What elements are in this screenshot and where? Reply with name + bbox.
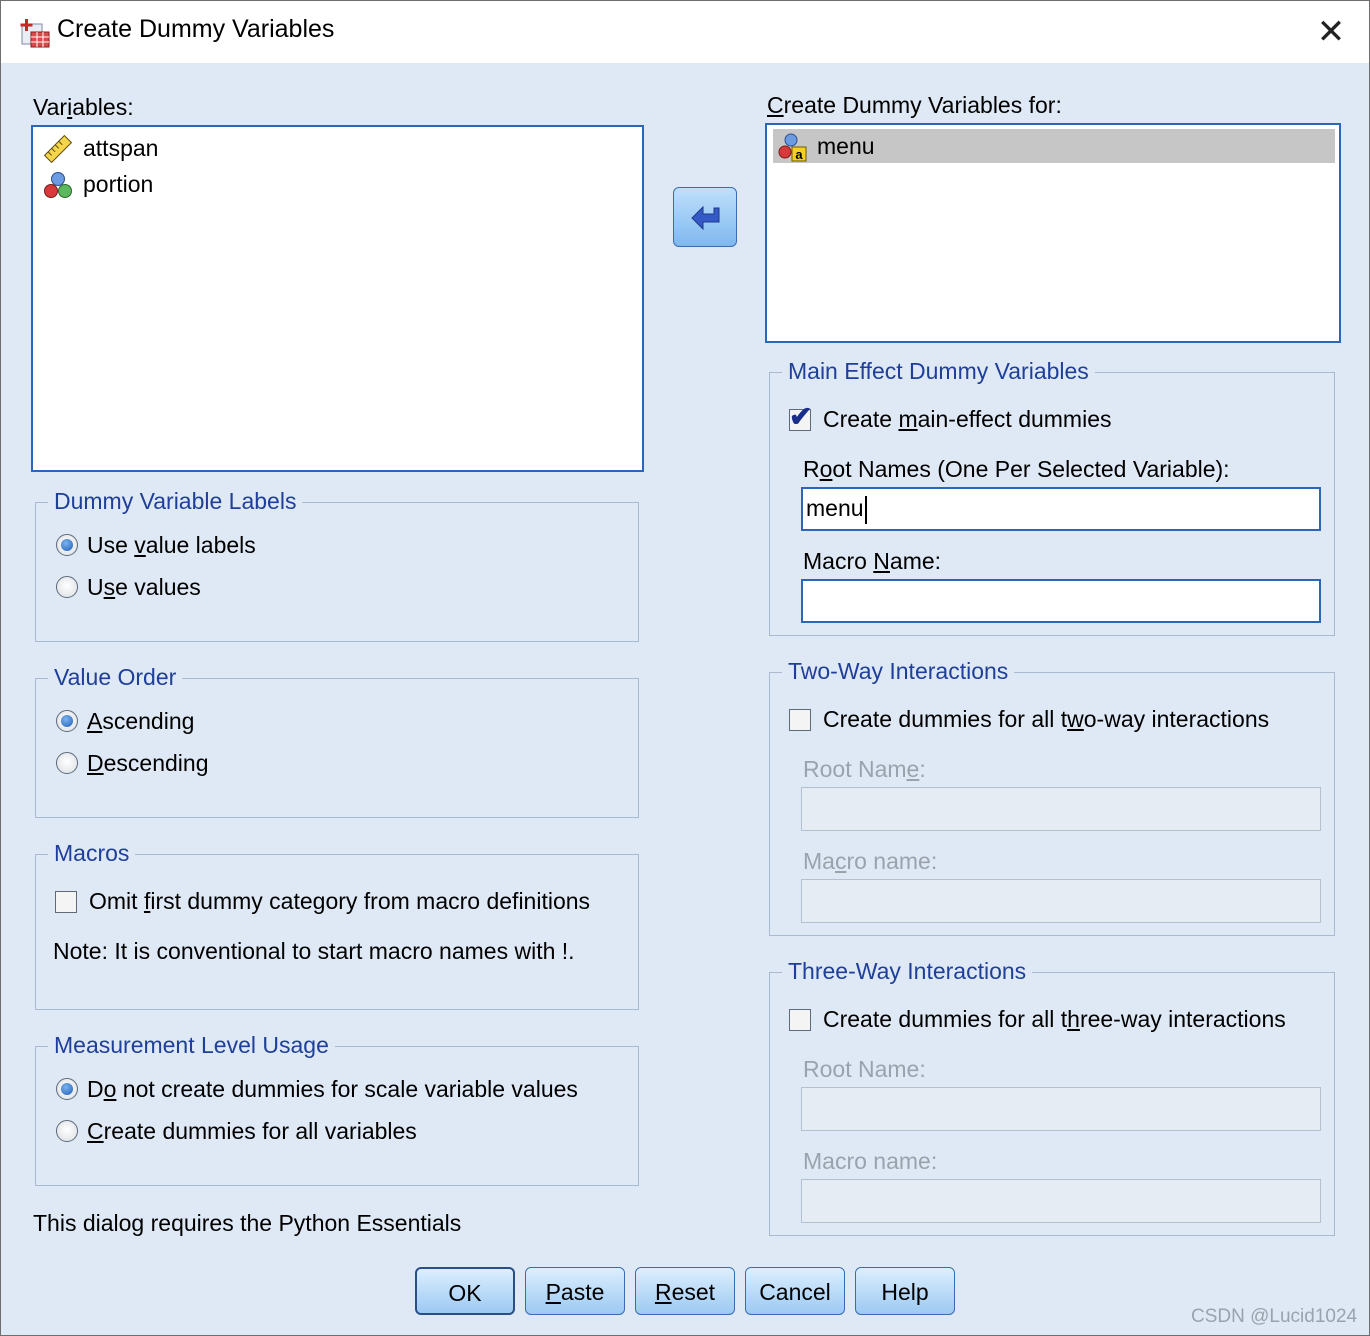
omit-first-category-label: Omit first dummy category from macro def… [89, 888, 591, 914]
ok-button[interactable]: OK [415, 1267, 515, 1315]
target-variables-list[interactable]: a menu [765, 123, 1341, 343]
three-way-root-label: Root Name: [803, 1056, 926, 1082]
main-effect-checkbox[interactable]: ✔ [789, 403, 812, 431]
group-title: Macros [48, 840, 136, 867]
text-caret [864, 495, 867, 524]
value-order-group: Value Order [35, 664, 639, 818]
group-title: Two-Way Interactions [782, 658, 1015, 685]
variable-name: attspan [83, 135, 159, 161]
macro-name-label: Macro Name: [803, 548, 942, 574]
close-icon[interactable]: ✕ [1311, 13, 1351, 53]
descending-label: Descending [87, 750, 209, 776]
group-title: Dummy Variable Labels [48, 488, 303, 515]
spss-app-icon [20, 19, 50, 48]
use-values-label: Use values [87, 574, 201, 600]
root-names-label: Root Names (One Per Selected Variable): [803, 456, 1230, 482]
watermark: CSDN @Lucid1024 [1191, 1306, 1358, 1327]
create-dummy-variables-dialog: Create Dummy Variables ✕ Variables: atts… [0, 0, 1370, 1336]
nominal-balls-icon [44, 172, 72, 198]
all-variables-label: Create dummies for all variables [87, 1118, 417, 1144]
three-way-checkbox[interactable] [789, 1009, 811, 1031]
paste-button[interactable]: Paste [525, 1267, 625, 1315]
window-title: Create Dummy Variables [57, 15, 335, 43]
all-variables-radio[interactable] [56, 1120, 78, 1142]
group-title: Main Effect Dummy Variables [782, 358, 1095, 385]
root-names-input[interactable]: menu [801, 487, 1321, 531]
macro-note: Note: It is conventional to start macro … [53, 938, 575, 964]
no-scale-dummies-label: Do not create dummies for scale variable… [87, 1076, 578, 1102]
two-way-root-label: Root Name: [803, 756, 926, 782]
list-item[interactable]: portion [39, 167, 636, 201]
arrow-left-icon [691, 205, 720, 231]
three-way-label: Create dummies for all three-way interac… [823, 1006, 1286, 1032]
help-button[interactable]: Help [855, 1267, 955, 1315]
use-value-labels-radio[interactable] [56, 534, 78, 556]
title-bar: Create Dummy Variables ✕ [1, 1, 1369, 63]
measurement-level-group: Measurement Level Usage [35, 1032, 639, 1186]
list-item[interactable]: attspan [39, 131, 636, 165]
two-way-root-input[interactable] [801, 787, 1321, 831]
use-value-labels-label: Use value labels [87, 532, 256, 558]
descending-radio[interactable] [56, 752, 78, 774]
variable-name: menu [817, 133, 875, 159]
three-way-macro-label: Macro name: [803, 1148, 938, 1174]
variable-name: portion [83, 171, 154, 197]
two-way-macro-input[interactable] [801, 879, 1321, 923]
group-title: Measurement Level Usage [48, 1032, 335, 1059]
two-way-label: Create dummies for all two-way interacti… [823, 706, 1270, 732]
two-way-checkbox[interactable] [789, 709, 811, 731]
source-variables-list[interactable]: attspan portion [31, 125, 644, 472]
use-values-radio[interactable] [56, 576, 78, 598]
ruler-scale-icon [43, 134, 73, 164]
cancel-button[interactable]: Cancel [745, 1267, 845, 1315]
svg-text:a: a [795, 147, 803, 162]
group-title: Three-Way Interactions [782, 958, 1033, 985]
three-way-macro-input[interactable] [801, 1179, 1321, 1223]
variables-label: Variables: [33, 94, 134, 120]
ascending-label: Ascending [87, 708, 195, 734]
list-item[interactable]: a menu [773, 129, 1335, 163]
three-way-root-input[interactable] [801, 1087, 1321, 1131]
ascending-radio[interactable] [56, 710, 78, 732]
group-title: Value Order [48, 664, 183, 691]
checkmark-icon: ✔ [789, 401, 813, 432]
move-variable-button[interactable] [673, 187, 737, 247]
nominal-string-icon: a [778, 133, 807, 162]
macro-name-input[interactable] [801, 579, 1321, 623]
dummy-variable-labels-group: Dummy Variable Labels [35, 488, 639, 642]
root-names-value: menu [806, 495, 864, 521]
main-effect-label: Create main-effect dummies [823, 406, 1112, 432]
target-list-label: Create Dummy Variables for: [767, 92, 1062, 118]
no-scale-dummies-radio[interactable] [56, 1078, 78, 1100]
reset-button[interactable]: Reset [635, 1267, 735, 1315]
python-requirement-note: This dialog requires the Python Essentia… [33, 1210, 462, 1236]
omit-first-category-checkbox[interactable] [55, 891, 77, 913]
two-way-macro-label: Macro name: [803, 848, 938, 874]
macros-group: Macros [35, 840, 639, 1010]
